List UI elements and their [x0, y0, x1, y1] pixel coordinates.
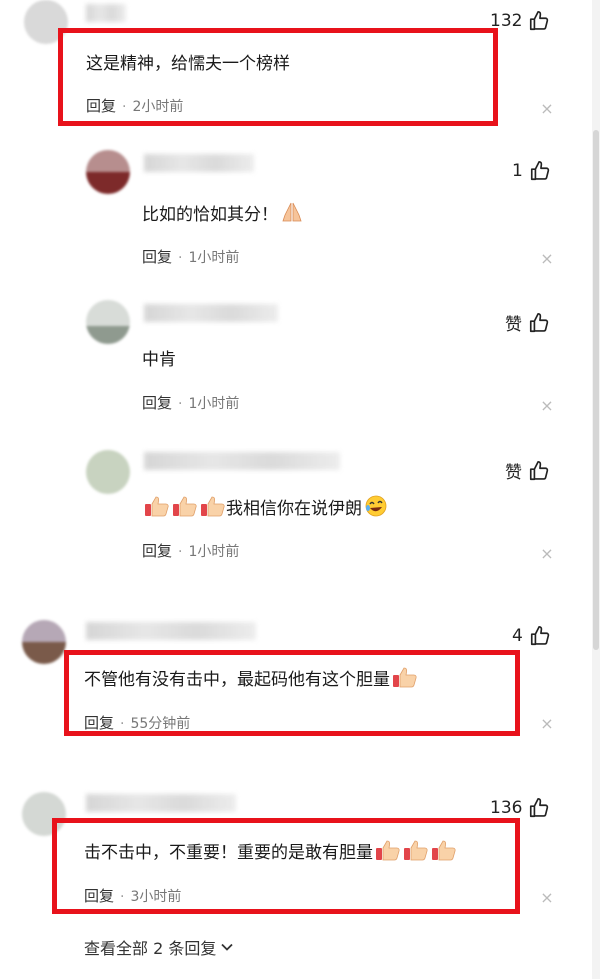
- comment-meta: 回复 · 1小时前: [142, 248, 240, 266]
- like-button[interactable]: 赞: [505, 310, 550, 335]
- highlight-box-2: [64, 650, 520, 736]
- comment-meta: 回复 · 1小时前: [142, 542, 240, 560]
- close-icon[interactable]: ×: [540, 251, 554, 267]
- comment-text: 比如的恰如其分！: [142, 201, 304, 229]
- like-count: 1: [512, 161, 523, 181]
- thumbs-up-icon: [530, 11, 549, 31]
- rolling-laughing-emoji-icon: [364, 495, 388, 523]
- comment-3: 赞 中肯 回复 · 1小时前 ×: [0, 298, 592, 428]
- timestamp: 1小时前: [188, 396, 240, 412]
- like-button[interactable]: 136: [490, 797, 550, 819]
- like-button[interactable]: 赞: [505, 458, 550, 483]
- avatar[interactable]: [22, 620, 66, 664]
- see-all-replies-label: 查看全部 2 条回复: [84, 939, 217, 958]
- username-blurred[interactable]: [144, 452, 340, 470]
- close-icon[interactable]: ×: [540, 546, 554, 562]
- comment-2: 1 比如的恰如其分！ 回复 · 1小时前 ×: [0, 150, 592, 280]
- reply-button[interactable]: 回复: [142, 248, 172, 266]
- username-blurred[interactable]: [144, 154, 254, 172]
- close-icon[interactable]: ×: [540, 890, 554, 906]
- like-button[interactable]: 132: [490, 10, 550, 32]
- thumbs-up-emoji-icon: [144, 495, 170, 523]
- comment-meta: 回复 · 1小时前: [142, 394, 240, 412]
- timestamp: 1小时前: [188, 250, 240, 266]
- avatar[interactable]: [86, 300, 130, 344]
- username-blurred[interactable]: [144, 304, 278, 322]
- like-label: 赞: [505, 463, 522, 483]
- chevron-down-icon: [221, 943, 233, 951]
- avatar[interactable]: [86, 450, 130, 494]
- reply-button[interactable]: 回复: [142, 542, 172, 560]
- like-label: 赞: [505, 315, 522, 335]
- close-icon[interactable]: ×: [540, 716, 554, 732]
- avatar[interactable]: [86, 150, 130, 194]
- comment-text: 中肯: [142, 350, 176, 370]
- like-count: 136: [490, 798, 523, 818]
- scrollbar-track[interactable]: [592, 0, 600, 979]
- like-button[interactable]: 1: [512, 160, 551, 182]
- thumbs-up-icon: [530, 626, 550, 646]
- reply-button[interactable]: 回复: [142, 394, 172, 412]
- close-icon[interactable]: ×: [540, 398, 554, 414]
- close-icon[interactable]: ×: [540, 101, 554, 117]
- thumbs-up-icon: [530, 798, 549, 818]
- like-button[interactable]: 4: [512, 625, 551, 647]
- thumbs-up-emoji-icon: [200, 495, 226, 523]
- thumbs-up-emoji-icon: [172, 495, 198, 523]
- thumbs-up-icon: [530, 161, 550, 181]
- scrollbar-thumb[interactable]: [593, 130, 599, 650]
- thumbs-up-icon: [529, 460, 549, 480]
- comment-text: 我相信你在说伊朗: [142, 495, 388, 523]
- comment-4: 赞 我相信你在说伊朗 回复 · 1小时前 ×: [0, 446, 592, 576]
- praying-hands-icon: [280, 201, 304, 229]
- highlight-box-1: [58, 28, 498, 126]
- username-blurred[interactable]: [86, 4, 126, 22]
- username-blurred[interactable]: [86, 622, 256, 640]
- timestamp: 1小时前: [188, 544, 240, 560]
- like-count: 4: [512, 626, 523, 646]
- thumbs-up-icon: [529, 312, 549, 332]
- username-blurred[interactable]: [86, 794, 236, 812]
- see-all-replies-button[interactable]: 查看全部 2 条回复: [84, 935, 234, 959]
- highlight-box-3: [52, 818, 520, 914]
